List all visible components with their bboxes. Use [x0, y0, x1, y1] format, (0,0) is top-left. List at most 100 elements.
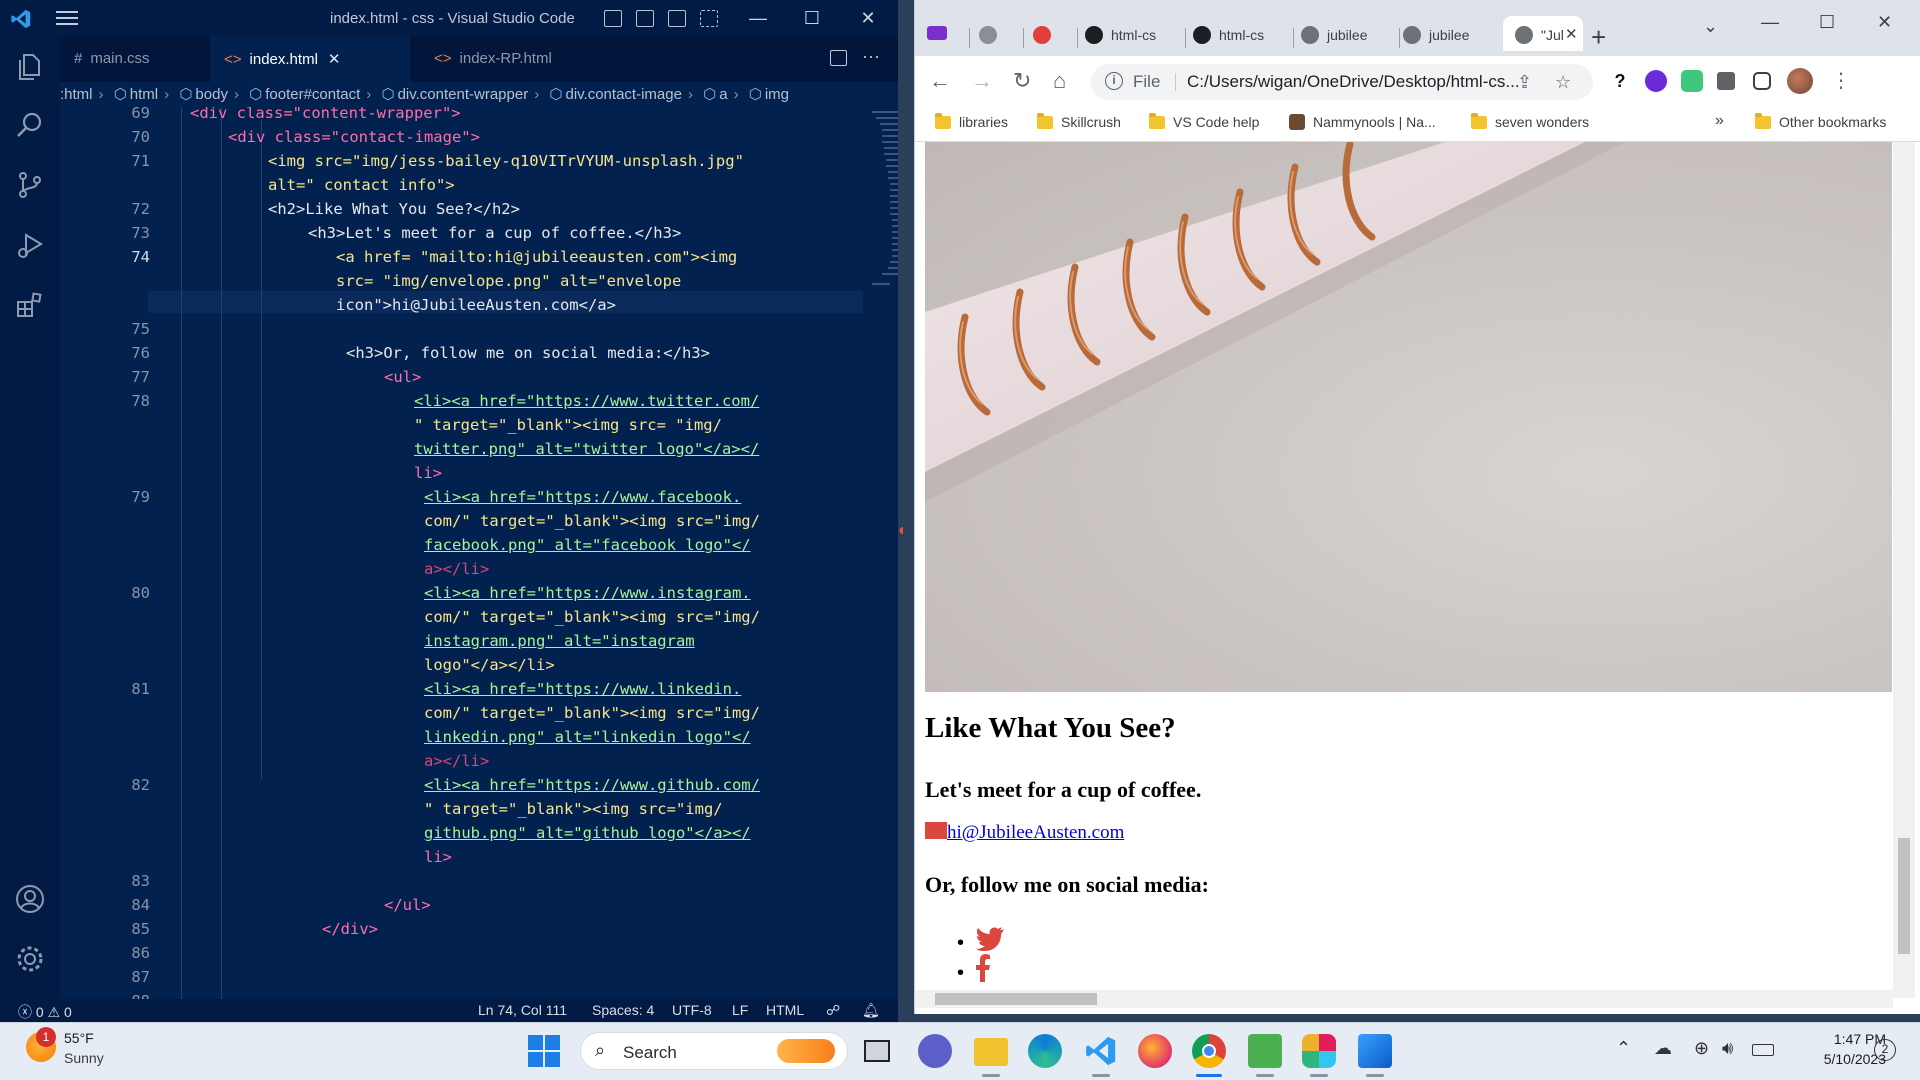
minimap[interactable]	[868, 107, 898, 367]
green-app-icon[interactable]	[1248, 1034, 1282, 1068]
edge-icon[interactable]	[1028, 1034, 1062, 1068]
toggle-secondary-sidebar-icon[interactable]	[668, 10, 686, 27]
vscode-taskbar-icon[interactable]	[1084, 1034, 1118, 1068]
bell-icon[interactable]: 🔔︎	[862, 1002, 880, 1019]
info-icon[interactable]: i	[1105, 72, 1123, 90]
problems-indicator[interactable]: ⓧ 0 ⚠ 0	[18, 1002, 72, 1022]
slack-icon[interactable]	[1302, 1034, 1336, 1068]
notification-badge[interactable]: 2	[1874, 1039, 1896, 1061]
tab-index-html[interactable]: <> index.html ✕	[210, 37, 410, 82]
language-mode[interactable]: HTML	[766, 1002, 804, 1018]
battery-icon[interactable]	[1752, 1044, 1774, 1056]
toggle-primary-sidebar-icon[interactable]	[604, 10, 622, 27]
tab-mail[interactable]	[927, 16, 963, 51]
file-explorer-icon[interactable]	[974, 1038, 1008, 1066]
minimize-icon[interactable]: —	[746, 6, 770, 30]
bookmark-libraries[interactable]: libraries	[935, 113, 1008, 130]
search-icon[interactable]	[14, 109, 46, 141]
bookmark-seven-wonders[interactable]: seven wonders	[1471, 113, 1589, 130]
page-viewport[interactable]: Like What You See? Let's meet for a cup …	[915, 142, 1920, 1008]
breadcrumb-item[interactable]: a	[719, 86, 727, 103]
onedrive-cloud-icon[interactable]: ☁	[1654, 1038, 1672, 1059]
breadcrumb-item[interactable]: html	[130, 86, 158, 103]
tab-jubilee-2[interactable]: jubilee	[1403, 16, 1497, 51]
more-actions-icon[interactable]: ···	[862, 46, 880, 67]
hamburger-menu-icon[interactable]	[56, 11, 78, 27]
extensions-puzzle-icon[interactable]	[1717, 72, 1735, 90]
windows-start-icon[interactable]	[528, 1035, 560, 1067]
accounts-icon[interactable]	[14, 883, 46, 915]
source-control-icon[interactable]	[14, 169, 46, 201]
bookmark-nammynools[interactable]: Nammynools | Na...	[1289, 114, 1436, 130]
bookmark-star-icon[interactable]: ☆	[1555, 72, 1571, 93]
split-editor-icon[interactable]	[830, 50, 847, 66]
home-icon[interactable]: ⌂	[1053, 68, 1066, 94]
new-tab-icon[interactable]: +	[1591, 22, 1606, 53]
bookmark-skillcrush[interactable]: Skillcrush	[1037, 113, 1121, 130]
side-panel-icon[interactable]	[1753, 72, 1771, 90]
address-url[interactable]: C:/Users/wigan/OneDrive/Desktop/html-cs.…	[1187, 72, 1520, 92]
tab-index-rp-html[interactable]: <> index-RP.html	[420, 37, 600, 82]
close-tab-icon[interactable]: ✕	[328, 51, 341, 68]
chrome-icon[interactable]	[1192, 1034, 1226, 1068]
tab-github-1[interactable]: html-cs	[1085, 16, 1181, 51]
minimize-icon[interactable]: —	[1761, 12, 1779, 33]
close-tab-icon[interactable]: ✕	[1565, 25, 1578, 43]
language-globe-icon[interactable]: ⊕	[1694, 1038, 1709, 1059]
code-editor[interactable]: 69 70 71 72 73 74 75 76 77 78 79 80 81 8…	[60, 107, 898, 999]
explorer-icon[interactable]	[14, 51, 46, 83]
settings-gear-icon[interactable]	[14, 943, 46, 975]
profile-avatar[interactable]	[1787, 68, 1813, 94]
tab-main-css[interactable]: # main.css	[60, 37, 200, 82]
code-lines[interactable]: <div class="content-wrapper"> <div class…	[150, 107, 860, 999]
tab-jubilee-1[interactable]: jubilee	[1301, 16, 1395, 51]
weather-temperature[interactable]: 55°F	[64, 1030, 94, 1046]
email-link[interactable]: hi@JubileeAusten.com	[925, 822, 1124, 844]
maximize-icon[interactable]: ☐	[800, 6, 824, 30]
breadcrumb-item[interactable]: body	[195, 86, 228, 103]
breadcrumb-item[interactable]: div.content-wrapper	[398, 86, 529, 103]
clock-date[interactable]: 5/10/2023	[1796, 1051, 1886, 1067]
tab-pin[interactable]	[1033, 16, 1069, 51]
volume-icon[interactable]: 🔊︎	[1722, 1038, 1733, 1059]
more-bookmarks-chevron[interactable]: »	[1715, 112, 1724, 130]
kebab-menu-icon[interactable]: ⋮	[1831, 68, 1851, 93]
share-icon[interactable]: ⇪	[1517, 72, 1532, 93]
breadcrumb-item[interactable]: img	[765, 86, 789, 103]
tab-github-2[interactable]: html-cs	[1193, 16, 1289, 51]
breadcrumb-item[interactable]: footer#contact	[265, 86, 360, 103]
customize-layout-icon[interactable]	[700, 10, 718, 27]
tab-cat[interactable]	[979, 16, 1015, 51]
maximize-icon[interactable]: ☐	[1819, 12, 1835, 33]
forward-arrow-icon[interactable]: →	[971, 68, 993, 94]
feedback-icon[interactable]: ☍	[826, 1002, 840, 1019]
close-icon[interactable]: ✕	[856, 6, 880, 30]
other-bookmarks[interactable]: Other bookmarks	[1755, 113, 1915, 130]
task-view-icon[interactable]	[864, 1040, 890, 1062]
extensions-icon[interactable]	[14, 289, 46, 321]
firefox-icon[interactable]	[1138, 1034, 1172, 1068]
horizontal-scroll-thumb[interactable]	[935, 993, 1097, 1005]
bookmark-vscode-help[interactable]: VS Code help	[1149, 113, 1259, 130]
breadcrumb-item[interactable]: div.contact-image	[565, 86, 681, 103]
close-icon[interactable]: ✕	[1877, 12, 1892, 33]
extension-k-icon[interactable]	[1645, 70, 1667, 92]
facebook-icon[interactable]	[975, 954, 991, 987]
toggle-panel-icon[interactable]	[636, 10, 654, 27]
indentation[interactable]: Spaces: 4	[592, 1002, 654, 1018]
cursor-position[interactable]: Ln 74, Col 111	[478, 1002, 567, 1018]
breadcrumb-item[interactable]: :html	[60, 86, 93, 103]
back-arrow-icon[interactable]: ←	[929, 68, 951, 94]
extension-question-icon[interactable]: ?	[1609, 70, 1631, 92]
photos-app-icon[interactable]	[1358, 1034, 1392, 1068]
taskbar-search[interactable]: ⌕ Search	[580, 1032, 848, 1070]
show-hidden-icons-chevron[interactable]: ⌃	[1616, 1038, 1631, 1059]
tab-active[interactable]: "Jul ✕	[1503, 16, 1583, 51]
run-and-debug-icon[interactable]	[14, 229, 46, 261]
reload-icon[interactable]: ↻	[1013, 68, 1031, 94]
chat-icon[interactable]	[918, 1034, 952, 1068]
twitter-icon[interactable]	[975, 926, 1005, 957]
debug-panel-icon[interactable]: ◐	[898, 522, 912, 542]
weather-condition[interactable]: Sunny	[64, 1050, 104, 1066]
tab-search-icon[interactable]: ⌄	[1703, 16, 1718, 37]
